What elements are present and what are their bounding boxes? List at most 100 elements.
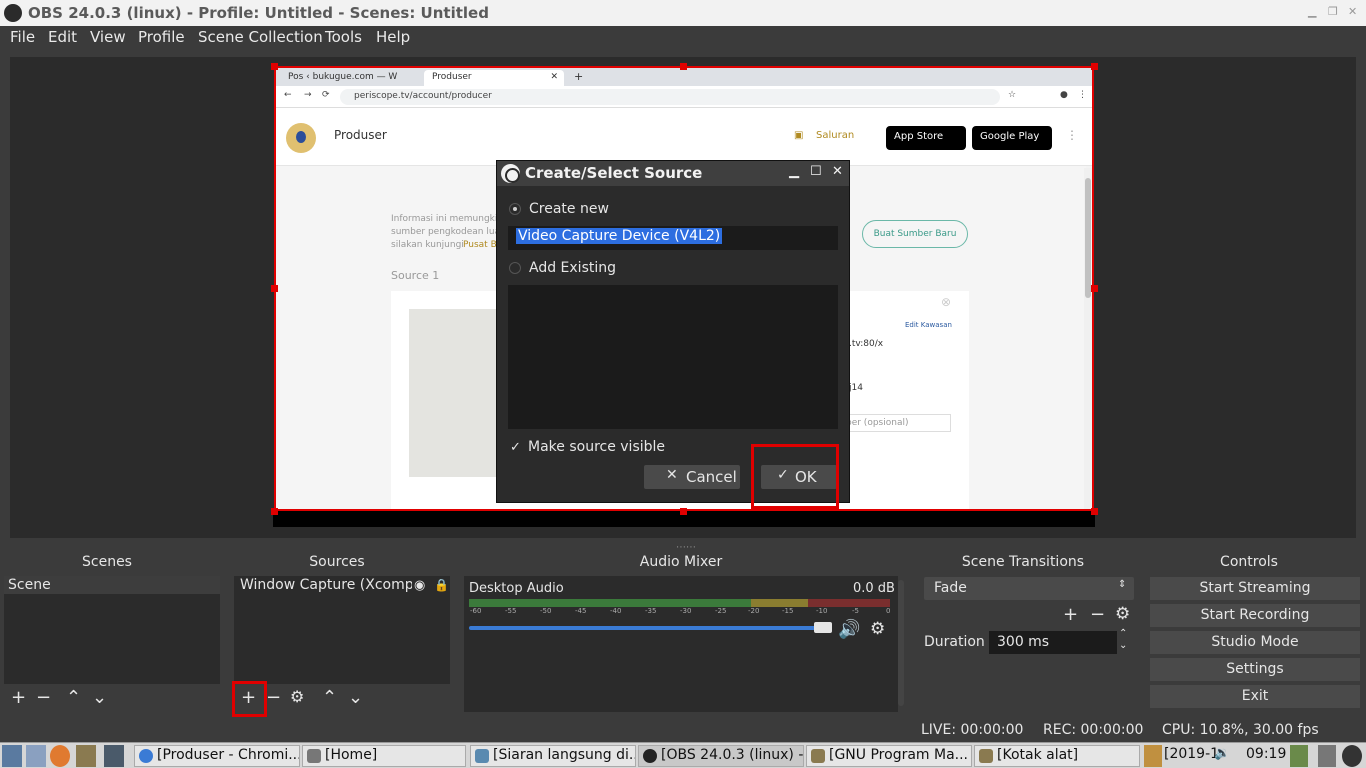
help-link[interactable]: Pusat B <box>463 240 497 250</box>
menu-file[interactable]: File <box>10 28 35 46</box>
task-home[interactable]: [Home] <box>302 745 466 767</box>
speaker-icon[interactable]: 🔊 <box>838 619 860 640</box>
new-tab-icon[interactable]: + <box>574 70 583 83</box>
source-name-input[interactable]: Video Capture Device (V4L2) <box>508 226 838 250</box>
eye-icon[interactable]: ◉ <box>414 578 425 593</box>
mixer-scrollbar[interactable] <box>898 580 904 706</box>
create-new-radio[interactable] <box>509 203 521 215</box>
firefox-icon[interactable] <box>50 745 70 767</box>
remove-scene-icon[interactable]: − <box>36 687 51 708</box>
resize-handle[interactable] <box>271 508 278 515</box>
scene-up-icon[interactable]: ⌃ <box>66 687 81 708</box>
close-icon[interactable]: ✕ <box>1348 5 1357 18</box>
tick-label: 0 <box>886 607 891 615</box>
minimize-icon[interactable]: ▁ <box>1308 5 1316 18</box>
dialog-maximize-icon[interactable]: ☐ <box>810 164 822 179</box>
resize-handle[interactable] <box>271 63 278 70</box>
volume-slider[interactable] <box>469 626 825 630</box>
resize-handle[interactable] <box>680 508 687 515</box>
mixer-settings-icon[interactable]: ⚙ <box>870 619 885 639</box>
saluran-link[interactable]: Saluran <box>816 130 854 141</box>
obs-tray-icon[interactable] <box>1342 745 1362 767</box>
remove-source-icon[interactable]: − <box>266 687 281 708</box>
task-siaran[interactable]: [Siaran langsung di... <box>470 745 636 767</box>
resize-handle[interactable] <box>271 285 278 292</box>
transition-settings-icon[interactable]: ⚙ <box>1115 604 1130 624</box>
network-icon[interactable] <box>1318 745 1336 767</box>
lock-icon[interactable]: 🔒 <box>434 578 449 592</box>
studio-mode-button[interactable]: Studio Mode <box>1150 631 1360 654</box>
resize-handle[interactable] <box>680 63 687 70</box>
scene-down-icon[interactable]: ⌄ <box>92 687 107 708</box>
back-icon[interactable]: ← <box>284 90 292 100</box>
add-transition-icon[interactable]: + <box>1063 604 1078 625</box>
file-manager-icon[interactable] <box>26 745 46 767</box>
menu-help[interactable]: Help <box>376 28 410 46</box>
close-card-icon[interactable]: ⊗ <box>941 295 951 309</box>
resize-handle[interactable] <box>1091 63 1098 70</box>
dialog-close-icon[interactable]: ✕ <box>832 164 843 179</box>
volume-icon[interactable]: 🔉 <box>1214 746 1230 761</box>
exit-button[interactable]: Exit <box>1150 685 1360 708</box>
gimp-icon[interactable] <box>76 745 96 767</box>
checkmark-icon[interactable]: ✓ <box>510 440 521 455</box>
dialog-minimize-icon[interactable]: ▁ <box>789 164 799 179</box>
optional-field[interactable]: ber (opsional) <box>841 414 951 432</box>
dock-splitter[interactable]: ⋯⋯ <box>676 542 696 553</box>
duration-input[interactable]: 300 ms <box>989 631 1117 654</box>
source-up-icon[interactable]: ⌃ <box>322 687 337 708</box>
task-kotak-alat[interactable]: [Kotak alat] <box>974 745 1140 767</box>
duration-up-icon[interactable]: ⌃ <box>1119 628 1127 639</box>
calendar-icon[interactable] <box>1144 745 1162 767</box>
menu-scene-collection[interactable]: Scene Collection <box>198 28 323 46</box>
menu-view[interactable]: View <box>90 28 126 46</box>
page-scrollbar[interactable] <box>1084 168 1092 509</box>
duration-down-icon[interactable]: ⌄ <box>1119 640 1127 651</box>
tray-app-icon[interactable] <box>1290 745 1308 767</box>
task-label: [OBS 24.0.3 (linux) -... <box>661 747 804 763</box>
appstore-badge[interactable]: App Store <box>886 126 966 150</box>
task-chromium[interactable]: [Produser - Chromi... <box>134 745 300 767</box>
reload-icon[interactable]: ⟳ <box>322 90 330 100</box>
menu-edit[interactable]: Edit <box>48 28 77 46</box>
show-desktop-icon[interactable] <box>2 745 22 767</box>
volume-slider-handle[interactable] <box>814 622 832 633</box>
add-scene-icon[interactable]: + <box>11 687 26 708</box>
menu-tools[interactable]: Tools <box>325 28 362 46</box>
forward-icon[interactable]: → <box>304 90 312 100</box>
profile-icon[interactable]: ● <box>1060 90 1068 100</box>
task-gimp[interactable]: [GNU Program Ma... <box>806 745 972 767</box>
clock-time[interactable]: 09:19 <box>1246 746 1286 762</box>
browser-addressbar: ← → ⟳ periscope.tv/account/producer ☆ ● … <box>276 86 1092 108</box>
scene-item-label: Scene <box>8 577 51 593</box>
menu-profile[interactable]: Profile <box>138 28 185 46</box>
cancel-button[interactable]: ✕ Cancel <box>644 465 740 489</box>
page-menu-icon[interactable]: ⋮ <box>1066 128 1078 142</box>
url-field[interactable]: periscope.tv/account/producer <box>340 89 1000 105</box>
buat-sumber-button[interactable]: Buat Sumber Baru <box>862 220 968 248</box>
resize-handle[interactable] <box>1091 285 1098 292</box>
start-recording-button[interactable]: Start Recording <box>1150 604 1360 627</box>
source-down-icon[interactable]: ⌄ <box>348 687 363 708</box>
browser-tab-bukugue[interactable]: Pos ‹ bukugue.com — W <box>280 70 420 86</box>
existing-sources-list[interactable] <box>508 285 838 429</box>
transition-select[interactable]: Fade ⇕ <box>924 577 1134 600</box>
create-new-label: Create new <box>529 201 609 217</box>
clock-date[interactable]: [2019-1 <box>1164 746 1219 762</box>
settings-button[interactable]: Settings <box>1150 658 1360 681</box>
obs-logo-icon <box>643 749 657 763</box>
source-settings-icon[interactable]: ⚙ <box>290 687 304 706</box>
browser-menu-icon[interactable]: ⋮ <box>1078 90 1087 100</box>
star-icon[interactable]: ☆ <box>1008 90 1016 100</box>
remove-transition-icon[interactable]: − <box>1090 604 1105 625</box>
maximize-icon[interactable]: ❐ <box>1328 5 1338 18</box>
start-streaming-button[interactable]: Start Streaming <box>1150 577 1360 600</box>
task-obs[interactable]: [OBS 24.0.3 (linux) -... <box>638 745 804 767</box>
edit-link[interactable]: Edit Kawasan <box>905 321 952 329</box>
resize-handle[interactable] <box>1091 508 1098 515</box>
googleplay-badge[interactable]: Google Play <box>972 126 1052 150</box>
app-icon[interactable] <box>104 745 124 767</box>
browser-tab-produser[interactable]: Produser ✕ <box>424 70 564 86</box>
add-existing-radio[interactable] <box>509 262 521 274</box>
scroll-thumb[interactable] <box>1085 178 1091 298</box>
